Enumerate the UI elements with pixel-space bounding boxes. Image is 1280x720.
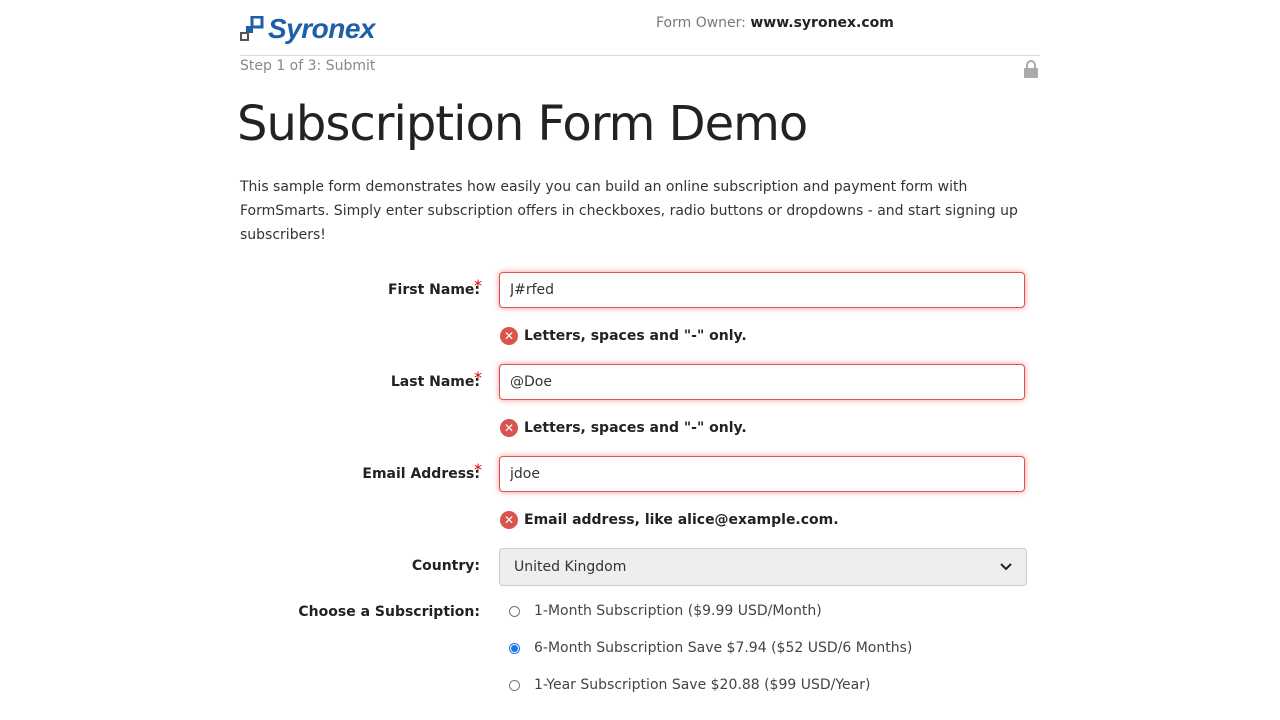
- lock-icon: [1023, 60, 1039, 82]
- required-marker: *: [474, 276, 482, 295]
- header: Syronex Form Owner: www.syronex.com: [240, 0, 1040, 56]
- subscription-radio[interactable]: [509, 679, 520, 691]
- chevron-down-icon: [1000, 559, 1012, 575]
- page-title: Subscription Form Demo: [237, 96, 808, 152]
- last-name-error-text: Letters, spaces and "-" only.: [524, 420, 747, 436]
- first-name-label: First Name:: [387, 282, 480, 298]
- first-name-input[interactable]: [499, 272, 1025, 308]
- subscription-option-label: 6-Month Subscription Save $7.94 ($52 USD…: [534, 640, 913, 656]
- logo-text: Syronex: [268, 13, 376, 44]
- required-marker: *: [474, 368, 482, 387]
- error-icon: ✕: [500, 511, 518, 529]
- error-icon: ✕: [500, 419, 518, 437]
- last-name-label: Last Name:: [390, 374, 480, 390]
- first-name-error: ✕ Letters, spaces and "-" only.: [500, 326, 747, 346]
- form-owner-value[interactable]: www.syronex.com: [750, 15, 894, 31]
- intro-text: This sample form demonstrates how easily…: [240, 179, 1018, 243]
- last-name-input[interactable]: [499, 364, 1025, 400]
- last-name-error: ✕ Letters, spaces and "-" only.: [500, 418, 747, 438]
- subscription-option-label: 1-Month Subscription ($9.99 USD/Month): [534, 603, 822, 619]
- step-bar: Step 1 of 3: Submit: [240, 58, 1040, 80]
- subscription-option[interactable]: 6-Month Subscription Save $7.94 ($52 USD…: [509, 640, 912, 656]
- email-input[interactable]: [499, 456, 1025, 492]
- error-icon: ✕: [500, 327, 518, 345]
- syronex-logo-icon: [240, 16, 264, 42]
- subscription-radio[interactable]: [509, 642, 520, 654]
- subscription-option[interactable]: 1-Year Subscription Save $20.88 ($99 USD…: [509, 677, 870, 693]
- country-select[interactable]: United Kingdom: [499, 548, 1027, 586]
- country-label: Country:: [411, 558, 480, 574]
- subscription-label: Choose a Subscription:: [298, 604, 480, 620]
- email-error: ✕ Email address, like alice@example.com.: [500, 510, 839, 530]
- page: Syronex Form Owner: www.syronex.com Step…: [237, 0, 1040, 720]
- country-selected-value: United Kingdom: [514, 559, 627, 575]
- subscription-option[interactable]: 1-Month Subscription ($9.99 USD/Month): [509, 603, 822, 619]
- email-error-text: Email address, like alice@example.com.: [524, 512, 839, 528]
- logo[interactable]: Syronex: [240, 13, 376, 44]
- step-indicator: Step 1 of 3: Submit: [240, 58, 376, 74]
- subscription-radio[interactable]: [509, 605, 520, 617]
- subscription-option-label: 1-Year Subscription Save $20.88 ($99 USD…: [534, 677, 871, 693]
- form-owner: Form Owner: www.syronex.com: [656, 15, 894, 31]
- first-name-error-text: Letters, spaces and "-" only.: [524, 328, 747, 344]
- form-owner-label: Form Owner:: [656, 15, 751, 31]
- required-marker: *: [474, 460, 482, 479]
- email-label: Email Address:: [362, 466, 480, 482]
